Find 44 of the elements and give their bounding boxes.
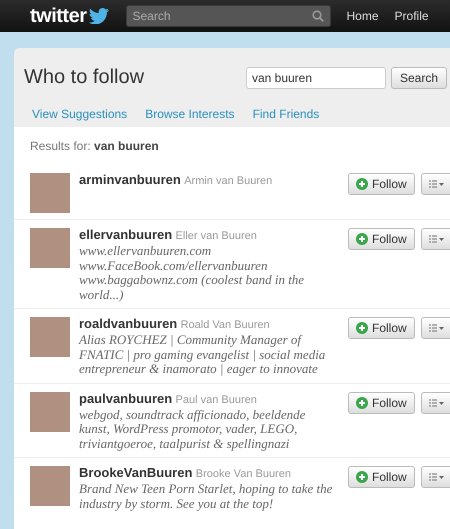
user-bio: webgod, soundtrack afficionado, beeldende kunst, WordPress promotor, vader, LEGO, triviantgoeroe, taalpurist & spellingnazi bbox=[79, 408, 306, 451]
list-caret-icon bbox=[428, 324, 445, 332]
full-name: Roald Van Buuren bbox=[180, 319, 270, 331]
full-name: Brooke Van Buuren bbox=[196, 468, 291, 480]
follow-button[interactable]: Follow bbox=[348, 466, 415, 488]
username-link[interactable]: paulvanbuuren bbox=[79, 390, 172, 406]
logo-wordmark[interactable]: twitter bbox=[30, 4, 86, 28]
username-link[interactable]: roaldvanbuuren bbox=[79, 316, 178, 331]
search-field[interactable]: Search bbox=[126, 5, 330, 27]
menu-dropdown-button[interactable] bbox=[420, 317, 450, 339]
nav-link[interactable]: Profile bbox=[394, 9, 429, 23]
page-title: Who to follow bbox=[24, 66, 146, 89]
full-name: Armin van Buuren bbox=[184, 175, 272, 187]
list-caret-icon bbox=[428, 473, 445, 481]
full-name: Paul van Buuren bbox=[176, 394, 257, 406]
plus-icon bbox=[356, 322, 368, 334]
follow-button[interactable]: Follow bbox=[348, 392, 415, 414]
user-bio: Brand New Teen Porn Starlet, hoping to take the industry by storm. See you at the top! bbox=[79, 482, 334, 511]
list-caret-icon bbox=[428, 180, 445, 188]
menu-dropdown-button[interactable] bbox=[420, 392, 450, 414]
menu-dropdown-button[interactable] bbox=[420, 228, 450, 250]
results-heading: Results for: van buuren bbox=[29, 139, 160, 155]
user-bio: www.ellervanbuuren.com www.FaceBook.com/ellervanbuuren www.baggabownz.com (coolest band in the world...) bbox=[79, 244, 306, 302]
nav-link[interactable]: Home bbox=[346, 9, 379, 23]
user-bio: Alias ROYCHEZ | Community Manager of FNATIC | pro gaming evangelist | social media entrepreneur & inamorato | eager to innovate bbox=[79, 333, 326, 376]
username-link[interactable]: arminvanbuuren bbox=[79, 172, 181, 187]
follow-button[interactable]: Follow bbox=[348, 317, 415, 339]
menu-dropdown-button[interactable] bbox=[420, 466, 450, 488]
follow-button[interactable]: Follow bbox=[348, 228, 415, 250]
follow-button[interactable]: Follow bbox=[348, 173, 415, 195]
plus-icon bbox=[356, 233, 368, 245]
menu-dropdown-button[interactable] bbox=[420, 173, 450, 195]
search-button[interactable]: Search bbox=[390, 66, 447, 88]
plus-icon bbox=[356, 471, 368, 483]
search-input[interactable]: van buuren bbox=[246, 66, 386, 88]
list-caret-icon bbox=[428, 398, 445, 406]
search-icon bbox=[312, 10, 324, 22]
list-caret-icon bbox=[428, 235, 445, 243]
plus-icon bbox=[356, 178, 368, 190]
username-link[interactable]: BrookeVanBuuren bbox=[79, 465, 192, 480]
bird-logo-icon bbox=[88, 8, 110, 24]
full-name: Eller van Buuren bbox=[176, 230, 257, 242]
username-link[interactable]: ellervanbuuren bbox=[79, 227, 172, 242]
plus-icon bbox=[356, 396, 368, 408]
